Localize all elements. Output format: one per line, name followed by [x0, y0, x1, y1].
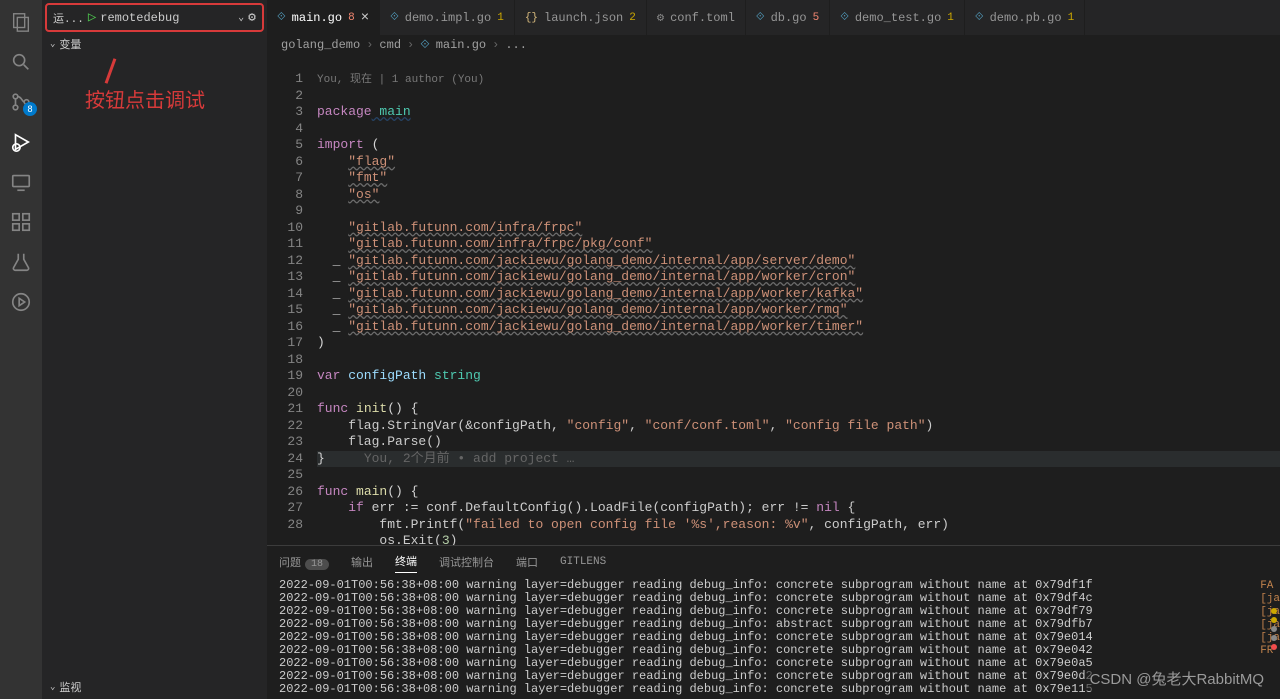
- panel-tabs: 问题18 输出 终端 调试控制台 端口 GITLENS: [267, 546, 1280, 577]
- tab-gitlens[interactable]: GITLENS: [560, 553, 606, 571]
- tab-label: demo.impl.go: [405, 11, 491, 25]
- tab-terminal[interactable]: 终端: [395, 550, 417, 573]
- explorer-icon[interactable]: [9, 10, 33, 34]
- breadcrumb-segment[interactable]: cmd: [379, 38, 401, 52]
- gear-icon[interactable]: ⚙: [248, 10, 256, 25]
- tab-debug-console[interactable]: 调试控制台: [439, 551, 494, 573]
- editor-tabs: ⟐ main.go 8 × ⟐ demo.impl.go 1 {} launch.json 2 ⚙ c…: [267, 0, 1280, 35]
- remote-icon[interactable]: [9, 170, 33, 194]
- editor-tab[interactable]: ⟐ demo.impl.go 1: [380, 0, 515, 35]
- tab-problem-count: 8: [348, 12, 355, 24]
- authors-codelens[interactable]: You, 现在 | 1 author (You): [317, 72, 1280, 88]
- file-icon: ⟐: [975, 12, 984, 24]
- main-area: ⟐ main.go 8 × ⟐ demo.impl.go 1 {} launch.json 2 ⚙ c…: [267, 0, 1280, 699]
- tab-label: demo.pb.go: [990, 11, 1062, 25]
- debug-side-panel: 运... ▷ remotedebug ⌄ ⚙ ⌄ 变量 ⌄ 监视: [42, 0, 267, 699]
- tab-label: demo_test.go: [855, 11, 941, 25]
- test-icon[interactable]: [9, 250, 33, 274]
- editor-tab[interactable]: {} launch.json 2: [515, 0, 647, 35]
- code-content[interactable]: You, 现在 | 1 author (You) package main im…: [317, 55, 1280, 545]
- file-icon: ⟐: [840, 12, 849, 24]
- chevron-down-icon: ⌄: [50, 39, 55, 49]
- breadcrumb-more[interactable]: ...: [505, 38, 527, 52]
- breadcrumb-segment[interactable]: main.go: [436, 38, 486, 52]
- debug-config-name[interactable]: remotedebug: [100, 11, 234, 25]
- file-icon: {}: [525, 12, 538, 24]
- line-gutter: 1234567891011121314151617181920212223242…: [267, 55, 317, 545]
- source-control-icon[interactable]: 8: [9, 90, 33, 114]
- extensions-icon[interactable]: [9, 210, 33, 234]
- file-icon: ⟐: [756, 12, 765, 24]
- tab-problem-count: 2: [629, 12, 636, 24]
- terminal-status-dots: [1271, 608, 1277, 650]
- tab-output[interactable]: 输出: [351, 551, 373, 573]
- tab-label: launch.json: [544, 11, 623, 25]
- code-editor[interactable]: 1234567891011121314151617181920212223242…: [267, 55, 1280, 545]
- tab-problem-count: 5: [813, 12, 820, 24]
- chevron-down-icon: ⌄: [50, 682, 55, 692]
- editor-tab[interactable]: ⚙ conf.toml: [647, 0, 746, 35]
- tab-problem-count: 1: [497, 12, 504, 24]
- start-debug-button[interactable]: ▷: [88, 9, 96, 26]
- breadcrumb[interactable]: golang_demo› cmd› ⟐main.go› ...: [267, 35, 1280, 55]
- variables-section[interactable]: ⌄ 变量: [42, 32, 267, 56]
- tab-ports[interactable]: 端口: [516, 551, 538, 573]
- close-icon[interactable]: ×: [361, 10, 369, 26]
- tab-label: db.go: [771, 11, 807, 25]
- run-label: 运...: [53, 10, 84, 26]
- editor-tab[interactable]: ⟐ db.go 5: [746, 0, 830, 35]
- activity-bar: 8: [0, 0, 42, 699]
- watch-section[interactable]: ⌄ 监视: [42, 675, 267, 699]
- more-icon[interactable]: [9, 290, 33, 314]
- editor-tab[interactable]: ⟐ demo_test.go 1: [830, 0, 965, 35]
- watch-label: 监视: [59, 679, 81, 695]
- tab-problem-count: 1: [1068, 12, 1075, 24]
- breadcrumb-segment[interactable]: golang_demo: [281, 38, 360, 52]
- source-control-badge: 8: [23, 102, 37, 116]
- watermark: CSDN @兔老大RabbitMQ: [1086, 666, 1268, 691]
- editor-tab[interactable]: ⟐ demo.pb.go 1: [965, 0, 1085, 35]
- chevron-down-icon[interactable]: ⌄: [238, 12, 244, 24]
- variables-label: 变量: [59, 36, 81, 52]
- tab-problem-count: 1: [947, 12, 954, 24]
- debug-config-header: 运... ▷ remotedebug ⌄ ⚙: [45, 3, 264, 32]
- tab-problems[interactable]: 问题18: [279, 551, 329, 573]
- file-icon: ⟐: [390, 12, 399, 24]
- tab-label: main.go: [292, 11, 342, 25]
- search-icon[interactable]: [9, 50, 33, 74]
- file-icon: ⟐: [277, 12, 286, 24]
- file-icon: ⚙: [657, 10, 664, 25]
- run-debug-icon[interactable]: [9, 130, 33, 154]
- tab-label: conf.toml: [670, 11, 735, 25]
- editor-tab[interactable]: ⟐ main.go 8 ×: [267, 0, 380, 35]
